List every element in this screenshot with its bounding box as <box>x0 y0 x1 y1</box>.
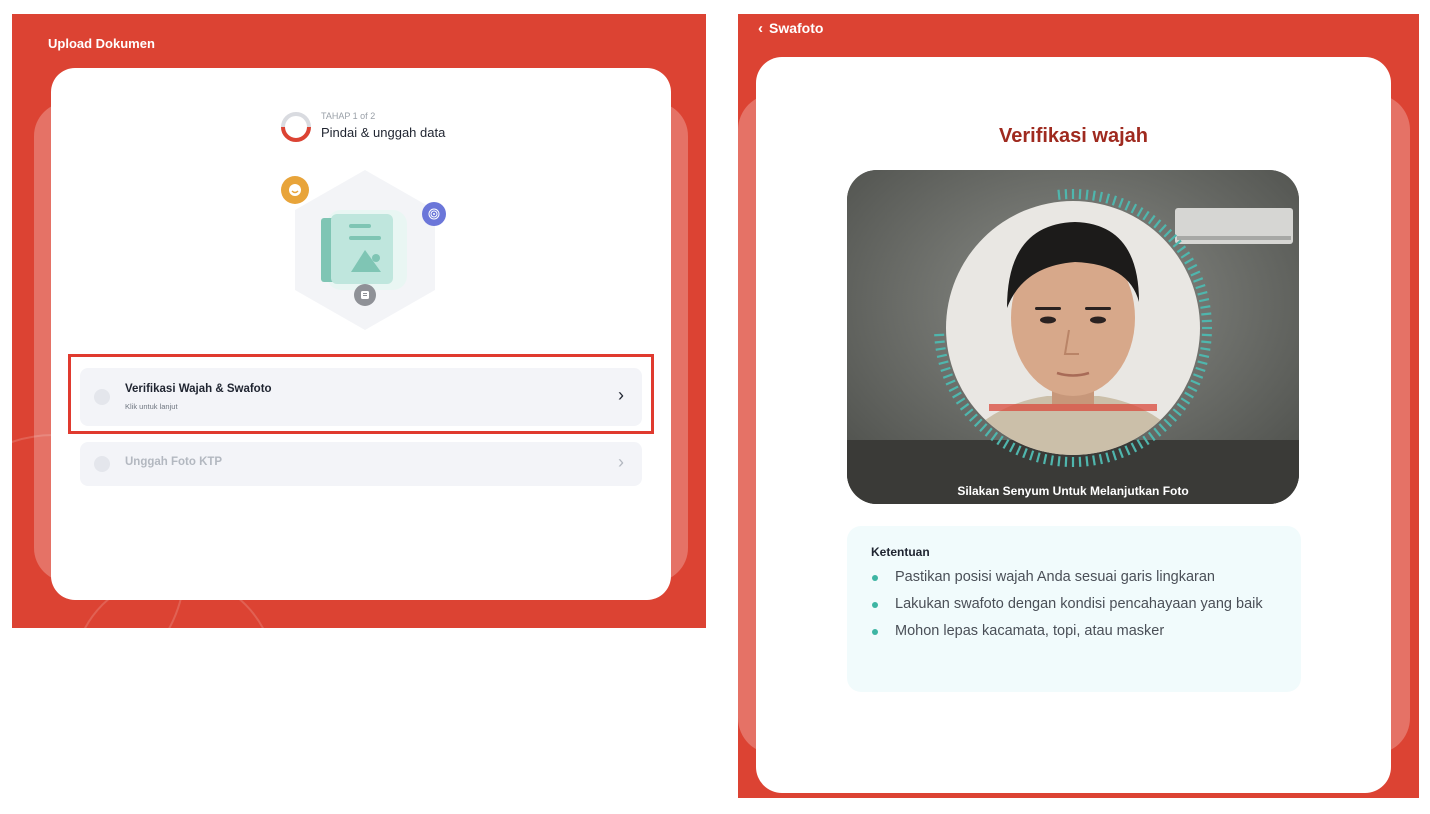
guide-tick <box>1201 340 1212 344</box>
rule-item: Lakukan swafoto dengan kondisi pencahaya… <box>871 593 1271 616</box>
bullet-icon <box>872 629 878 635</box>
guide-tick <box>1064 456 1068 467</box>
rule-text: Mohon lepas kacamata, topi, atau masker <box>895 623 1165 639</box>
guide-tick <box>1064 189 1068 200</box>
document-illustration <box>281 166 447 336</box>
guide-tick <box>1201 319 1212 323</box>
option-upload-ktp[interactable]: Unggah Foto KTP › <box>80 442 642 486</box>
rules-panel: Ketentuan Pastikan posisi wajah Anda ses… <box>847 526 1301 692</box>
main-card: Verifikasi wajah Silakan Senyum Untuk Me… <box>756 57 1391 793</box>
bullet-icon <box>872 575 878 581</box>
guide-tick <box>1201 312 1212 316</box>
status-dot <box>94 456 110 472</box>
rule-text: Pastikan posisi wajah Anda sesuai garis … <box>895 569 1215 585</box>
document-small-icon <box>354 284 376 306</box>
back-button[interactable]: ‹ Swafoto <box>758 20 823 37</box>
rules-title: Ketentuan <box>871 545 930 559</box>
guide-tick <box>1057 189 1061 200</box>
chevron-left-icon: ‹ <box>758 20 763 37</box>
camera-caption: Silakan Senyum Untuk Melanjutkan Foto <box>957 484 1189 498</box>
page-title: Upload Dokumen <box>48 36 155 51</box>
back-label: Swafoto <box>769 20 824 36</box>
camera-scene <box>847 170 1299 504</box>
guide-tick <box>935 347 946 351</box>
page-title: Verifikasi wajah <box>999 125 1148 147</box>
progress-ring-icon <box>281 112 311 142</box>
chevron-right-icon: › <box>618 452 624 472</box>
guide-tick <box>1078 189 1082 200</box>
scan-line <box>989 404 1157 411</box>
swafoto-screen: ‹ Swafoto Verifikasi wajah Silakan Senyu… <box>738 14 1419 798</box>
rule-item: Pastikan posisi wajah Anda sesuai garis … <box>871 566 1271 589</box>
option-title: Unggah Foto KTP <box>125 456 223 468</box>
bullet-icon <box>872 602 878 608</box>
guide-tick <box>1085 456 1089 467</box>
stage-label: TAHAP 1 of 2 <box>321 111 376 121</box>
guide-tick <box>934 333 945 337</box>
guide-tick <box>1200 347 1211 351</box>
guide-tick <box>1200 305 1211 309</box>
guide-tick <box>1085 189 1089 200</box>
guide-tick <box>1050 455 1054 466</box>
upload-dokumen-screen: Upload Dokumen TAHAP 1 of 2 Pindai & ung… <box>12 14 706 628</box>
face-icon <box>281 176 309 204</box>
guide-tick <box>1078 456 1082 467</box>
guide-tick <box>934 340 945 344</box>
guide-tick <box>1057 456 1061 467</box>
main-card: TAHAP 1 of 2 Pindai & unggah data Verifi… <box>51 68 671 600</box>
highlight-annotation <box>68 354 654 434</box>
camera-preview: Silakan Senyum Untuk Melanjutkan Foto <box>847 170 1299 504</box>
guide-tick <box>1092 455 1096 466</box>
rule-text: Lakukan swafoto dengan kondisi pencahaya… <box>895 596 1263 612</box>
rules-list: Pastikan posisi wajah Anda sesuai garis … <box>871 566 1271 647</box>
stage-title: Pindai & unggah data <box>321 125 446 140</box>
guide-tick <box>1092 190 1096 201</box>
rule-item: Mohon lepas kacamata, topi, atau masker <box>871 620 1271 643</box>
fingerprint-icon <box>422 202 446 226</box>
stage-indicator: TAHAP 1 of 2 Pindai & unggah data <box>279 110 509 150</box>
guide-tick <box>1201 333 1212 337</box>
